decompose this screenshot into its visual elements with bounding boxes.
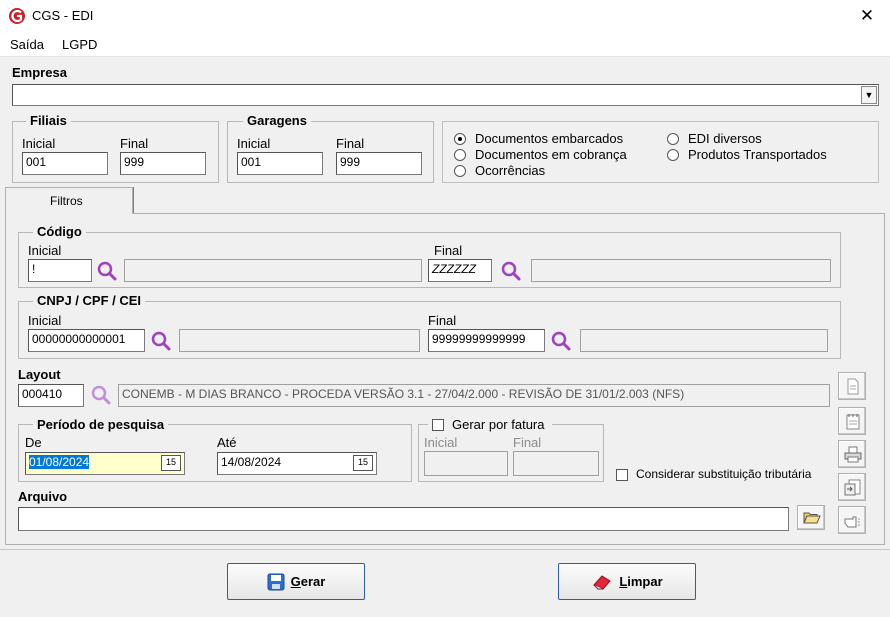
codigo-inicial-input[interactable]: ! (28, 259, 92, 282)
option-produtos-transportados[interactable]: Produtos Transportados (688, 147, 827, 162)
periodo-de-label: De (25, 435, 42, 450)
gerar-button[interactable]: Gerar (227, 563, 365, 600)
garagens-inicial-label: Inicial (237, 136, 271, 151)
notes-button[interactable] (838, 407, 866, 435)
gerar-label: Gerar (290, 574, 326, 589)
codigo-inicial-label: Inicial (28, 243, 62, 258)
empresa-label: Empresa (12, 65, 67, 80)
printer-icon (844, 446, 862, 463)
fatura-final-label: Final (513, 435, 542, 450)
tab-filtros-label: Filtros (50, 194, 83, 208)
calendar-icon[interactable]: 15 (353, 455, 373, 471)
tab-strip-line (133, 213, 885, 214)
periodo-de-value: 01/08/2024 (29, 455, 90, 469)
codigo-final-description (531, 259, 831, 282)
footer-separator (0, 549, 890, 550)
filiais-final-label: Final (120, 136, 149, 151)
save-icon (267, 573, 285, 590)
periodo-de-input[interactable]: 01/08/2024 15 (25, 452, 185, 475)
menu-item-saida[interactable]: Saída (10, 37, 44, 52)
arquivo-label: Arquivo (18, 489, 68, 504)
document-icon (847, 378, 859, 395)
codigo-final-input[interactable]: ZZZZZZ (428, 259, 492, 282)
hand-pointer-icon (844, 516, 860, 528)
notes-icon (846, 414, 860, 430)
close-button[interactable]: ✕ (852, 4, 882, 28)
option-documentos-em-cobranca[interactable]: Documentos em cobrança (475, 147, 627, 162)
fatura-inicial-input (424, 451, 508, 476)
substituicao-checkbox[interactable] (616, 469, 628, 481)
periodo-ate-label: Até (217, 435, 237, 450)
search-icon[interactable] (96, 260, 118, 282)
layout-label: Layout (18, 367, 61, 382)
cnpj-title: CNPJ / CPF / CEI (33, 293, 146, 308)
arquivo-input[interactable] (18, 507, 789, 531)
chevron-down-icon[interactable]: ▼ (861, 86, 877, 104)
gerar-por-fatura-label[interactable]: Gerar por fatura (452, 417, 545, 432)
limpar-label: Limpar (619, 574, 663, 589)
cnpj-final-input[interactable]: 99999999999999 (428, 329, 545, 352)
garagens-final-label: Final (336, 136, 365, 151)
menu-bar: Saída LGPD (0, 33, 890, 57)
folder-open-icon (803, 512, 821, 524)
print-button[interactable] (838, 440, 866, 468)
filiais-final-input[interactable]: 999 (120, 152, 206, 175)
radio-produtos-transportados[interactable] (667, 149, 679, 161)
empresa-select[interactable]: ▼ (12, 84, 879, 106)
search-icon[interactable] (500, 260, 522, 282)
radio-documentos-embarcados[interactable] (454, 133, 466, 145)
cnpj-inicial-description (179, 329, 420, 352)
radio-edi-diversos[interactable] (667, 133, 679, 145)
layout-code-input[interactable]: 000410 (18, 384, 84, 407)
option-edi-diversos[interactable]: EDI diversos (688, 131, 762, 146)
cnpj-inicial-label: Inicial (28, 313, 62, 328)
filiais-inicial-input[interactable]: 001 (22, 152, 108, 175)
garagens-title: Garagens (243, 113, 311, 128)
hand-pointer-button[interactable] (838, 506, 866, 534)
cnpj-final-description (580, 329, 828, 352)
fatura-inicial-label: Inicial (424, 435, 458, 450)
cnpj-inicial-input[interactable]: 00000000000001 (28, 329, 145, 352)
option-documentos-embarcados[interactable]: Documentos embarcados (475, 131, 623, 146)
eraser-icon (593, 574, 612, 590)
layout-description: CONEMB - M DIAS BRANCO - PROCEDA VERSÃO … (118, 384, 830, 407)
export-button[interactable] (838, 473, 866, 501)
folder-open-button[interactable] (797, 505, 825, 530)
gerar-por-fatura-checkbox[interactable] (432, 419, 444, 431)
option-ocorrencias[interactable]: Ocorrências (475, 163, 545, 178)
codigo-title: Código (33, 224, 86, 239)
codigo-inicial-description (124, 259, 422, 282)
window-title: CGS - EDI (32, 8, 94, 23)
fatura-final-input (513, 451, 599, 476)
title-bar: CGS - EDI ✕ (0, 0, 890, 33)
search-icon[interactable] (150, 330, 172, 352)
garagens-inicial-input[interactable]: 001 (237, 152, 323, 175)
periodo-ate-input[interactable]: 14/08/2024 15 (217, 452, 377, 475)
limpar-button[interactable]: Limpar (558, 563, 696, 600)
export-icon (844, 479, 861, 496)
cnpj-final-label: Final (428, 313, 457, 328)
substituicao-label[interactable]: Considerar substituição tributária (636, 467, 811, 481)
calendar-icon[interactable]: 15 (161, 455, 181, 471)
garagens-final-input[interactable]: 999 (336, 152, 422, 175)
app-logo-icon (9, 8, 25, 24)
tab-filtros[interactable]: Filtros (5, 187, 133, 214)
search-icon[interactable] (550, 330, 572, 352)
search-icon[interactable] (90, 384, 112, 406)
filiais-inicial-label: Inicial (22, 136, 56, 151)
filiais-title: Filiais (26, 113, 71, 128)
periodo-title: Período de pesquisa (33, 417, 169, 432)
radio-documentos-em-cobranca[interactable] (454, 149, 466, 161)
periodo-ate-value: 14/08/2024 (221, 455, 282, 469)
menu-item-lgpd[interactable]: LGPD (62, 37, 97, 52)
radio-ocorrencias[interactable] (454, 165, 466, 177)
codigo-final-label: Final (434, 243, 463, 258)
document-button[interactable] (838, 372, 866, 400)
